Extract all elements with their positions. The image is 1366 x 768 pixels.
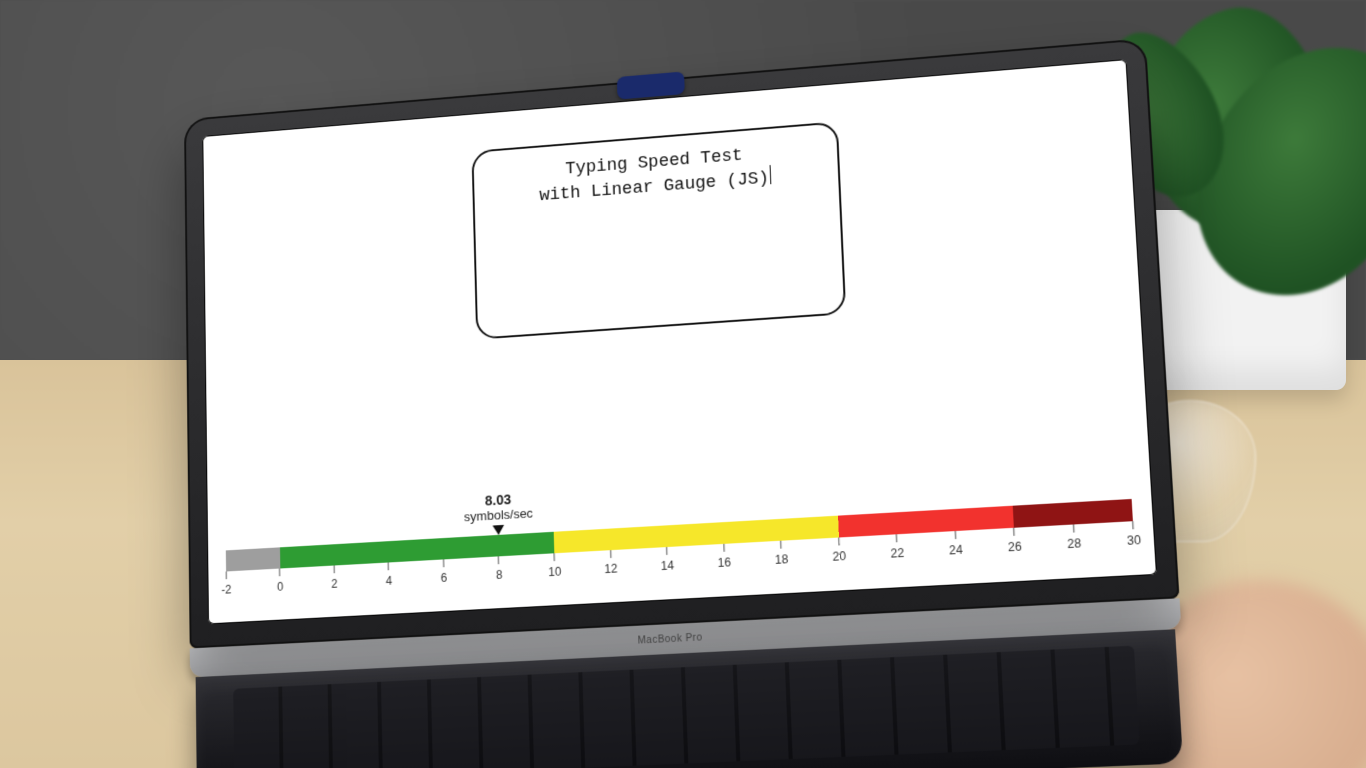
gauge-tick: 20 — [832, 537, 847, 566]
gauge-tick-label: 30 — [1127, 533, 1142, 548]
gauge-tick-label: 18 — [775, 552, 789, 567]
gauge-value-label: 8.03 symbols/sec — [463, 490, 533, 524]
gauge-tick-label: -2 — [221, 583, 231, 597]
gauge-tick: 12 — [604, 550, 618, 578]
gauge-tick: 26 — [1007, 527, 1022, 556]
gauge-tick-label: 14 — [661, 558, 675, 573]
laptop: Typing Speed Test with Linear Gauge (JS)… — [184, 38, 1189, 768]
typing-textarea[interactable]: Typing Speed Test with Linear Gauge (JS) — [471, 121, 846, 339]
gauge-tick: 18 — [774, 540, 788, 569]
gauge-tick: 6 — [440, 559, 447, 587]
gauge-tick-label: 26 — [1008, 539, 1022, 554]
gauge-tick: 28 — [1066, 524, 1081, 553]
gauge-tick-label: 24 — [949, 543, 963, 558]
webcam-cover — [617, 71, 685, 99]
gauge-tick: 8 — [495, 556, 502, 584]
gauge-tick-label: 20 — [832, 549, 846, 564]
gauge-tick: 0 — [277, 568, 284, 595]
gauge-tick: 10 — [548, 553, 562, 581]
screen-bezel: Typing Speed Test with Linear Gauge (JS)… — [184, 38, 1180, 648]
gauge-tick-label: 2 — [331, 577, 338, 591]
gauge-tick: 30 — [1126, 521, 1142, 550]
gauge-tick-label: 4 — [386, 574, 393, 588]
gauge-tick: 4 — [385, 562, 392, 589]
gauge-tick: 24 — [948, 531, 963, 560]
gauge-tick: 22 — [890, 534, 905, 563]
gauge-tick-label: 28 — [1067, 536, 1082, 551]
linear-gauge: 8.03 symbols/sec -2024681012141618202224… — [225, 455, 1134, 601]
device-label: MacBook Pro — [637, 632, 702, 646]
gauge-tick-label: 22 — [890, 546, 904, 561]
gauge-range-below-zero — [226, 547, 280, 571]
gauge-tick: 14 — [660, 547, 674, 575]
laptop-screen: Typing Speed Test with Linear Gauge (JS)… — [202, 59, 1157, 624]
gauge-tick: -2 — [221, 571, 231, 598]
gauge-units: symbols/sec — [464, 506, 533, 525]
gauge-tick: 2 — [331, 565, 338, 592]
gauge-tick-label: 8 — [496, 568, 503, 582]
gauge-tick-label: 12 — [604, 562, 618, 576]
app-content: Typing Speed Test with Linear Gauge (JS)… — [202, 59, 1157, 624]
gauge-tick-label: 16 — [717, 555, 731, 570]
gauge-tick-label: 0 — [277, 580, 283, 594]
text-caret — [769, 165, 771, 184]
gauge-tick-label: 10 — [548, 565, 561, 579]
gauge-tick: 16 — [717, 544, 731, 572]
gauge-tick-label: 6 — [440, 571, 447, 585]
